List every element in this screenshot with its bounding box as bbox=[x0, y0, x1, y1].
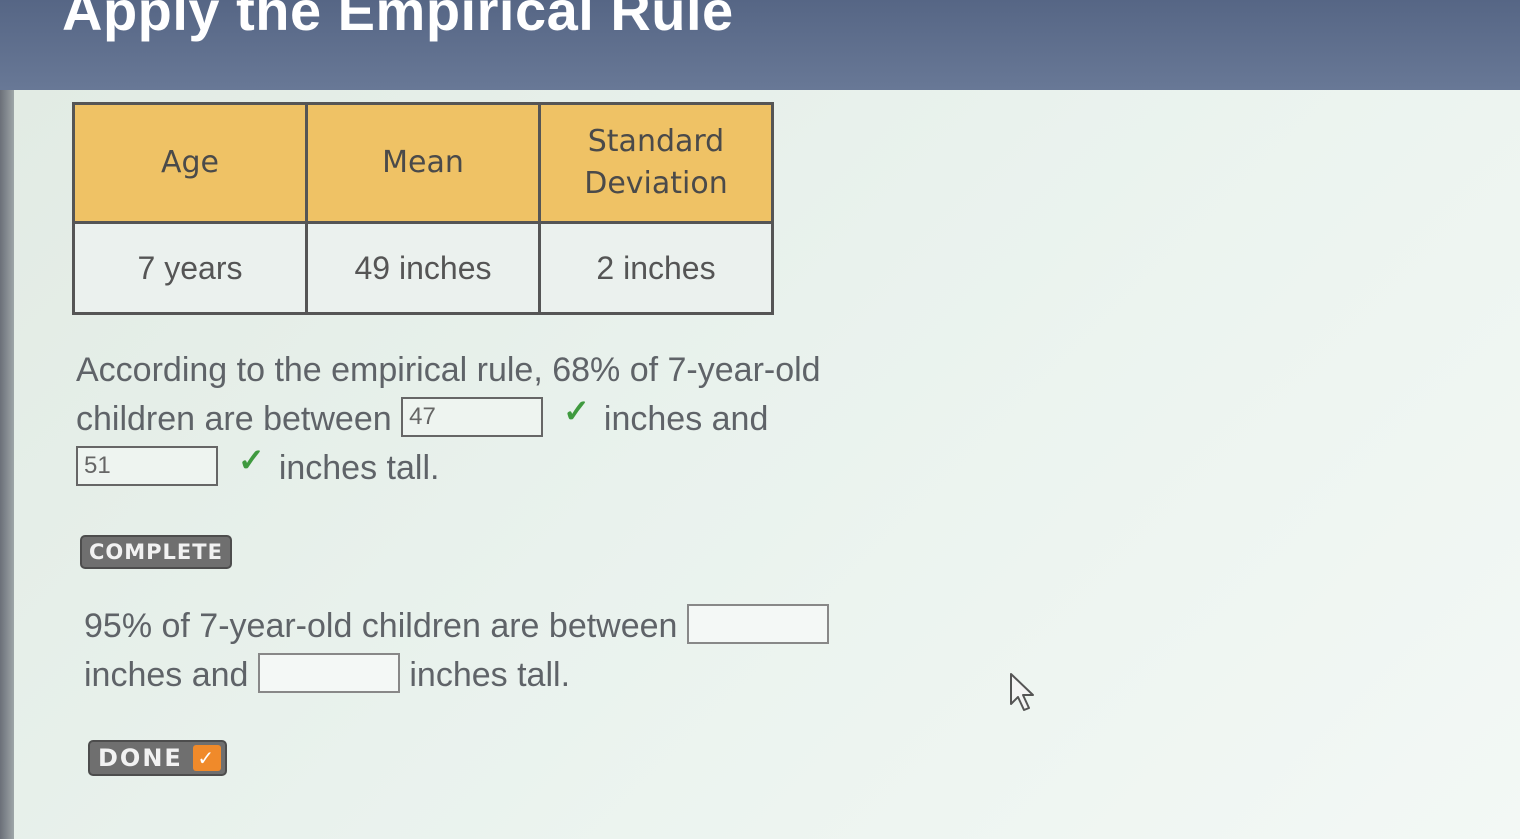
answer-input-95-upper[interactable] bbox=[257, 653, 400, 694]
question-68-percent: According to the empirical rule, 68% of … bbox=[76, 346, 836, 493]
mouse-pointer-icon bbox=[1010, 673, 1034, 711]
done-label: DONE bbox=[98, 744, 183, 772]
page-title: Apply the Empirical Rule bbox=[62, 0, 734, 42]
done-check-icon: ✓ bbox=[192, 745, 221, 771]
header-mean: Mean bbox=[305, 102, 541, 224]
cell-standard-deviation: 2 inches bbox=[538, 221, 774, 315]
question-95-percent: 95% of 7-year-old children are between i… bbox=[84, 602, 844, 700]
question1-text-part2: inches and bbox=[603, 400, 769, 438]
left-edge bbox=[0, 90, 14, 839]
question1-text-part3: inches tall. bbox=[278, 449, 440, 487]
table-header-row: Age Mean Standard Deviation bbox=[72, 102, 774, 224]
question2-text-part2: inches and bbox=[84, 656, 249, 694]
done-button[interactable]: DONE ✓ bbox=[88, 740, 227, 776]
answer-input-95-lower[interactable] bbox=[686, 604, 829, 645]
answer-input-68-lower[interactable]: 47 bbox=[401, 397, 544, 438]
header-bar: Apply the Empirical Rule bbox=[0, 0, 1520, 100]
table-row: 7 years 49 inches 2 inches bbox=[72, 221, 774, 315]
question2-text-part1: 95% of 7-year-old children are between bbox=[84, 607, 678, 645]
cell-mean: 49 inches bbox=[305, 221, 541, 315]
header-standard-deviation: Standard Deviation bbox=[538, 102, 774, 224]
checkmark-icon: ✓ bbox=[563, 393, 590, 429]
cell-age: 7 years bbox=[72, 221, 308, 315]
question2-text-part3: inches tall. bbox=[409, 656, 571, 694]
checkmark-icon: ✓ bbox=[238, 442, 265, 478]
complete-badge: COMPLETE bbox=[80, 535, 232, 569]
answer-input-68-upper[interactable]: 51 bbox=[76, 446, 218, 487]
header-age: Age bbox=[72, 102, 308, 224]
data-table: Age Mean Standard Deviation 7 years 49 i… bbox=[72, 102, 774, 315]
main-content: Age Mean Standard Deviation 7 years 49 i… bbox=[14, 90, 1520, 839]
